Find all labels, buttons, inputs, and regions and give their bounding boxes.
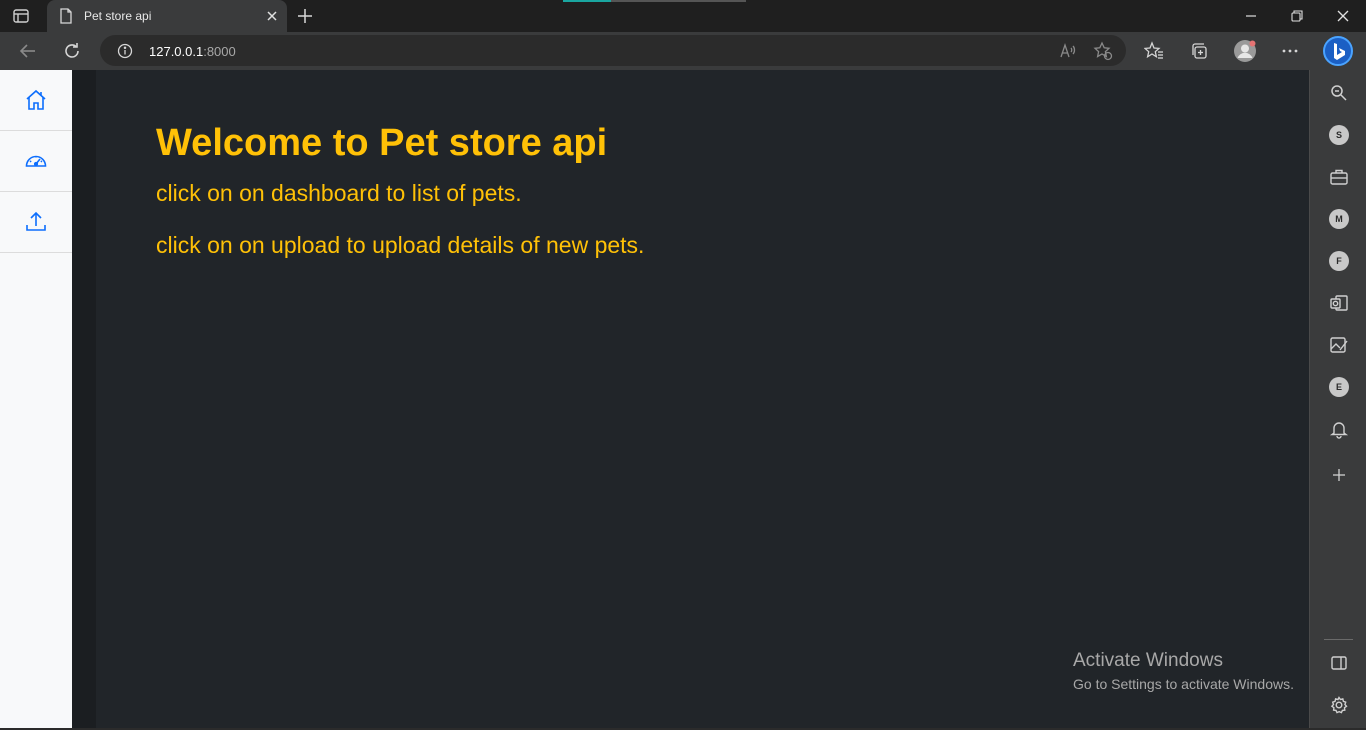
toolbox-icon[interactable]: [1329, 167, 1349, 187]
edge-sidebar: S M F E: [1309, 70, 1366, 730]
nav-item-upload[interactable]: [0, 192, 72, 253]
refresh-icon[interactable]: [62, 41, 82, 61]
browser-tab-active[interactable]: Pet store api: [47, 0, 287, 32]
speedometer-icon: [25, 155, 47, 167]
activate-windows-subtitle: Go to Settings to activate Windows.: [1073, 676, 1294, 692]
address-bar[interactable]: 127.0.0.1:8000: [100, 35, 1126, 66]
hide-sidebar-icon[interactable]: [1329, 653, 1349, 673]
site-info-icon[interactable]: [117, 43, 133, 59]
sidebar-app-s[interactable]: S: [1329, 125, 1349, 145]
settings-gear-icon[interactable]: [1329, 695, 1349, 715]
url-text[interactable]: 127.0.0.1:8000: [149, 44, 236, 59]
browser-toolbar: 127.0.0.1:8000: [0, 32, 1366, 70]
tab-strip-accent: [563, 0, 611, 2]
back-arrow-icon[interactable]: [18, 41, 38, 61]
left-nav: [0, 70, 72, 730]
bing-copilot-icon[interactable]: [1322, 35, 1354, 67]
url-host: 127.0.0.1: [149, 44, 204, 59]
tab-strip: Pet store api: [0, 0, 1366, 32]
image-editor-icon[interactable]: [1329, 335, 1349, 355]
more-options-icon[interactable]: [1280, 41, 1300, 61]
sidebar-shadow-strip: [72, 70, 96, 730]
home-icon: [26, 89, 46, 110]
upload-icon: [26, 211, 46, 231]
main-content: Welcome to Pet store api click on on das…: [96, 70, 1309, 730]
notification-bell-icon[interactable]: [1329, 419, 1349, 439]
read-aloud-icon[interactable]: [1058, 41, 1078, 61]
outlook-icon[interactable]: [1329, 293, 1349, 313]
favorites-icon[interactable]: [1143, 41, 1164, 61]
tab-strip-accent-2: [611, 0, 746, 2]
sidebar-app-m[interactable]: M: [1329, 209, 1349, 229]
add-favorite-icon[interactable]: [1093, 41, 1113, 61]
activate-windows-title: Activate Windows: [1073, 650, 1223, 671]
page-favicon-icon: [59, 8, 73, 24]
nav-item-dashboard[interactable]: [0, 131, 72, 192]
url-port: :8000: [203, 44, 236, 59]
collections-icon[interactable]: [1189, 41, 1209, 61]
search-icon[interactable]: [1329, 83, 1349, 103]
new-tab-icon[interactable]: [296, 7, 314, 25]
minimize-icon[interactable]: [1243, 8, 1259, 24]
instruction-dashboard: click on on dashboard to list of pets.: [156, 180, 522, 206]
instruction-upload: click on on upload to upload details of …: [156, 232, 645, 258]
nav-item-home[interactable]: [0, 70, 72, 131]
sidebar-app-f[interactable]: F: [1329, 251, 1349, 271]
add-sidebar-app-icon[interactable]: [1329, 465, 1349, 485]
close-window-icon[interactable]: [1335, 8, 1351, 24]
tab-actions-icon[interactable]: [12, 7, 30, 25]
page-heading: Welcome to Pet store api: [156, 122, 608, 164]
tab-title: Pet store api: [84, 9, 152, 23]
sidebar-divider: [1324, 639, 1353, 640]
restore-icon[interactable]: [1289, 8, 1305, 24]
sidebar-app-e[interactable]: E: [1329, 377, 1349, 397]
profile-avatar-icon[interactable]: [1233, 39, 1257, 63]
tab-close-icon[interactable]: [265, 9, 279, 23]
